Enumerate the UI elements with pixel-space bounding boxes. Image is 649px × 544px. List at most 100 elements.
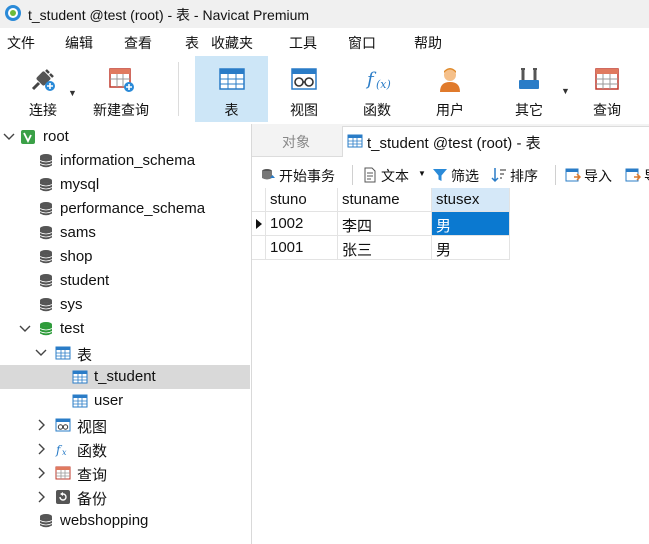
tree-item-database[interactable]: shop	[0, 245, 250, 269]
menu-edit[interactable]: 编辑	[65, 33, 93, 53]
column-header[interactable]: stusex	[432, 188, 510, 212]
tree-item-root[interactable]: root	[0, 125, 250, 149]
view-button[interactable]: 视图	[270, 56, 338, 122]
database-open-icon	[39, 322, 53, 336]
export-label: 导	[644, 166, 649, 186]
chevron-right-icon[interactable]	[35, 442, 47, 456]
tree-label-table: t_student	[94, 368, 156, 385]
toolbar-divider	[178, 62, 179, 116]
table-label: 表	[224, 102, 239, 118]
tree-label-database: webshopping	[60, 512, 149, 529]
table-icon	[72, 370, 88, 384]
query-icon	[595, 68, 619, 90]
tree-item-test-database[interactable]: test	[0, 317, 250, 341]
tree-item-database[interactable]: student	[0, 269, 250, 293]
sort-icon	[491, 168, 506, 183]
tree-item-database[interactable]: mysql	[0, 173, 250, 197]
tree-label-tables: 表	[77, 347, 93, 364]
import-button[interactable]: 导入	[565, 164, 619, 186]
tree-item-database[interactable]: information_schema	[0, 149, 250, 173]
tree-label-database: sys	[60, 296, 83, 313]
menu-window[interactable]: 窗口	[348, 33, 376, 53]
tree-item-views-folder[interactable]: 视图	[0, 413, 250, 437]
tree-item-tables-folder[interactable]: 表	[0, 341, 250, 365]
svg-text:(x): (x)	[376, 78, 391, 91]
sort-label: 排序	[510, 168, 538, 184]
table-cell[interactable]: 李四	[338, 212, 432, 236]
chevron-down-icon[interactable]	[35, 346, 47, 360]
connect-dropdown-caret-icon[interactable]: ▼	[68, 88, 77, 98]
filter-icon	[433, 169, 447, 181]
table-cell[interactable]: 张三	[338, 236, 432, 260]
begin-transaction-label: 开始事务	[279, 168, 335, 184]
tab-t-student[interactable]: t_student @test (root) - 表	[342, 126, 649, 157]
filter-label: 筛选	[451, 168, 479, 184]
toolbar-divider	[352, 165, 353, 185]
table-button[interactable]: 表	[195, 56, 268, 122]
begin-transaction-button[interactable]: 开始事务	[260, 164, 350, 186]
window-title: t_student @test (root) - 表 - Navicat Pre…	[28, 7, 310, 23]
chevron-down-icon[interactable]	[3, 130, 15, 144]
query-label: 查询	[593, 102, 621, 118]
table-cell[interactable]: 男	[432, 236, 510, 260]
table-toolbar: 开始事务 文本 ▼ 筛选 排序 导入 导	[252, 162, 649, 188]
sort-button[interactable]: 排序	[491, 164, 545, 186]
database-icon	[39, 514, 53, 528]
menu-tools[interactable]: 工具	[289, 33, 317, 53]
database-icon	[39, 202, 53, 216]
user-button[interactable]: 用户	[418, 56, 482, 122]
tree-item-table-user[interactable]: user	[0, 389, 250, 413]
menu-table[interactable]: 表	[185, 33, 199, 53]
import-icon	[565, 168, 581, 182]
function-button[interactable]: f (x) 函数	[344, 56, 410, 122]
filter-button[interactable]: 筛选	[432, 164, 484, 186]
table-cell[interactable]: 1002	[266, 212, 338, 236]
new-query-button[interactable]: 新建查询	[86, 56, 156, 122]
tab-objects-label: 对象	[282, 134, 310, 150]
tree-item-database[interactable]: performance_schema	[0, 197, 250, 221]
tab-objects[interactable]: 对象	[252, 126, 340, 156]
menu-help[interactable]: 帮助	[414, 33, 442, 53]
toolbar-divider	[555, 165, 556, 185]
menu-file[interactable]: 文件	[7, 33, 35, 53]
connection-tree: root information_schema mysql performanc…	[0, 124, 252, 544]
other-button[interactable]: 其它	[497, 56, 561, 122]
tree-item-database[interactable]: sys	[0, 293, 250, 317]
content-pane: 对象 t_student @test (root) - 表 开始事务 文本 ▼ …	[252, 124, 649, 544]
menu-favorites[interactable]: 收藏夹	[211, 33, 253, 53]
chevron-right-icon[interactable]	[35, 418, 47, 432]
main-toolbar: 连接 ▼ 新建查询 表 视图 f (x) 函数 用户 其它 ▼ 查询	[0, 56, 649, 122]
connect-button[interactable]: 连接	[14, 56, 72, 122]
text-dropdown-caret-icon[interactable]: ▼	[418, 169, 426, 178]
tab-bar: 对象 t_student @test (root) - 表	[252, 124, 649, 157]
database-icon	[39, 226, 53, 240]
tree-item-backups-folder[interactable]: 备份	[0, 485, 250, 509]
row-indicator[interactable]	[252, 236, 266, 260]
export-button[interactable]: 导	[625, 164, 649, 186]
menu-view[interactable]: 查看	[124, 33, 152, 53]
chevron-down-icon[interactable]	[19, 322, 31, 336]
row-pointer-icon	[256, 219, 262, 229]
database-icon	[39, 298, 53, 312]
text-button[interactable]: 文本 ▼	[362, 164, 428, 186]
table-cell[interactable]: 1001	[266, 236, 338, 260]
chevron-right-icon[interactable]	[35, 490, 47, 504]
column-header[interactable]: stuname	[338, 188, 432, 212]
tree-item-queries-folder[interactable]: 查询	[0, 461, 250, 485]
tree-item-database[interactable]: webshopping	[0, 509, 250, 533]
chevron-right-icon[interactable]	[35, 466, 47, 480]
title-bar: t_student @test (root) - 表 - Navicat Pre…	[0, 0, 649, 28]
tree-item-database[interactable]: sams	[0, 221, 250, 245]
view-icon	[55, 418, 71, 432]
tab-t-student-label: t_student @test (root) - 表	[367, 135, 541, 152]
tree-item-table-t-student[interactable]: t_student	[0, 365, 250, 389]
other-dropdown-caret-icon[interactable]: ▼	[561, 86, 570, 96]
query-button[interactable]: 查询	[578, 56, 636, 122]
column-header[interactable]: stuno	[266, 188, 338, 212]
navicat-logo-icon	[5, 5, 21, 21]
current-row-indicator[interactable]	[252, 212, 266, 236]
tree-item-functions-folder[interactable]: fx 函数	[0, 437, 250, 461]
table-icon	[218, 68, 245, 90]
plug-icon	[31, 69, 55, 91]
table-cell-selected[interactable]: 男	[432, 212, 510, 236]
